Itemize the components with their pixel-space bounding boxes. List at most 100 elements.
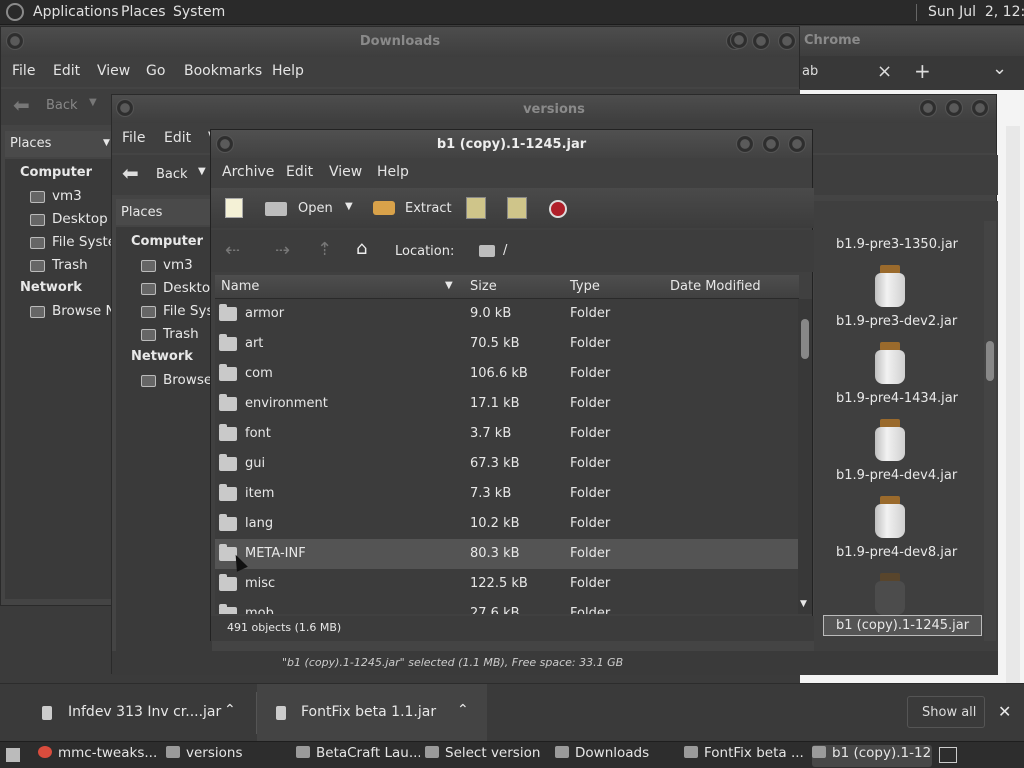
chrome-titlebar[interactable]: Chrome bbox=[730, 26, 1024, 56]
menu-go[interactable]: Go bbox=[146, 63, 165, 79]
open-dropdown-icon[interactable]: ▼ bbox=[345, 201, 353, 212]
menu-view[interactable]: View bbox=[329, 164, 362, 180]
close-button[interactable] bbox=[778, 32, 796, 50]
file-label[interactable]: b1.9-pre4-1434.jar bbox=[836, 391, 958, 406]
show-desktop-icon[interactable] bbox=[6, 748, 20, 762]
versions-titlebar[interactable]: versions bbox=[112, 95, 996, 123]
versions-icon-view[interactable]: b1.9-pre3-1350.jar b1.9-pre3-dev2.jar b1… bbox=[814, 201, 998, 651]
menu-view[interactable]: View bbox=[97, 63, 130, 79]
up-arrow-icon[interactable]: ⇡ bbox=[317, 239, 332, 260]
open-archive-icon[interactable] bbox=[265, 202, 287, 216]
menu-file[interactable]: File bbox=[122, 130, 145, 146]
location-field[interactable]: / bbox=[471, 238, 801, 264]
task-archive[interactable]: b1 (copy).1-12... bbox=[812, 745, 932, 767]
task-betacraft[interactable]: BetaCraft Lau... bbox=[296, 745, 420, 767]
chrome-scrollbar[interactable] bbox=[1006, 126, 1020, 686]
column-type[interactable]: Type bbox=[570, 279, 600, 294]
file-list-scrollbar[interactable]: ▼ bbox=[798, 299, 812, 614]
back-dropdown-icon[interactable]: ▼ bbox=[198, 166, 206, 177]
back-button[interactable]: Back bbox=[46, 98, 78, 113]
chrome-new-tab-icon[interactable]: + bbox=[914, 59, 931, 83]
table-row[interactable]: item 7.3 kB Folder bbox=[215, 479, 799, 509]
file-label[interactable]: b1.9-pre3-dev2.jar bbox=[836, 314, 957, 329]
column-date-modified[interactable]: Date Modified bbox=[670, 279, 761, 294]
task-fontfix[interactable]: FontFix beta ... bbox=[684, 745, 808, 767]
workspace-switcher-icon[interactable] bbox=[939, 747, 957, 763]
task-chrome[interactable]: mmc-tweaks... bbox=[38, 745, 160, 767]
scrollbar-thumb[interactable] bbox=[801, 319, 809, 359]
new-archive-icon[interactable] bbox=[225, 198, 243, 218]
scrollbar-thumb[interactable] bbox=[986, 341, 994, 381]
column-name[interactable]: Name bbox=[221, 279, 259, 294]
menu-edit[interactable]: Edit bbox=[164, 130, 191, 146]
menu-bookmarks[interactable]: Bookmarks bbox=[184, 63, 262, 79]
add-folder-icon[interactable] bbox=[507, 197, 527, 219]
jar-icon[interactable] bbox=[874, 573, 906, 615]
file-label[interactable]: b1.9-pre4-dev8.jar bbox=[836, 545, 957, 560]
chevron-up-icon[interactable]: ⌃ bbox=[224, 702, 236, 718]
column-size[interactable]: Size bbox=[470, 279, 497, 294]
show-all-button[interactable]: Show all bbox=[907, 696, 985, 728]
jar-icon[interactable] bbox=[874, 419, 906, 461]
sidebar-item-trash[interactable]: Trash bbox=[52, 257, 88, 273]
places-menu[interactable]: Places bbox=[121, 4, 166, 20]
home-icon[interactable]: ⌂ bbox=[356, 238, 367, 259]
table-row[interactable]: armor 9.0 kB Folder bbox=[215, 299, 799, 329]
file-label[interactable]: b1.9-pre4-dev4.jar bbox=[836, 468, 957, 483]
stop-icon[interactable] bbox=[549, 200, 567, 218]
icon-view-scrollbar[interactable] bbox=[984, 221, 996, 641]
table-row[interactable]: com 106.6 kB Folder bbox=[215, 359, 799, 389]
chrome-tab-close-icon[interactable]: × bbox=[877, 61, 892, 82]
maximize-button[interactable] bbox=[762, 135, 780, 153]
open-button[interactable]: Open bbox=[298, 201, 333, 216]
add-files-icon[interactable] bbox=[466, 197, 486, 219]
table-row[interactable]: environment 17.1 kB Folder bbox=[215, 389, 799, 419]
back-arrow-icon[interactable]: ⇠ bbox=[225, 240, 240, 261]
table-row[interactable]: lang 10.2 kB Folder bbox=[215, 509, 799, 539]
back-arrow-icon[interactable]: ⬅ bbox=[122, 161, 139, 185]
extract-button[interactable]: Extract bbox=[405, 201, 452, 216]
jar-icon[interactable] bbox=[874, 342, 906, 384]
minimize-button[interactable] bbox=[736, 135, 754, 153]
back-arrow-icon[interactable]: ⬅ bbox=[13, 93, 30, 117]
system-menu[interactable]: System bbox=[173, 4, 225, 20]
file-list[interactable]: armor 9.0 kB Folder art 70.5 kB Folder com 106.… bbox=[215, 299, 799, 614]
applications-menu[interactable]: Applications bbox=[33, 4, 119, 20]
table-row[interactable]: gui 67.3 kB Folder bbox=[215, 449, 799, 479]
clock[interactable]: Sun Jul 2, 12:23 bbox=[928, 4, 1024, 20]
table-row[interactable]: META-INF 80.3 kB Folder bbox=[215, 539, 799, 569]
extract-icon[interactable] bbox=[373, 201, 395, 215]
archive-titlebar[interactable]: b1 (copy).1-1245.jar bbox=[211, 130, 812, 158]
maximize-button[interactable] bbox=[752, 32, 770, 50]
close-download-bar-icon[interactable]: ✕ bbox=[998, 702, 1011, 721]
file-label[interactable]: b1.9-pre3-1350.jar bbox=[836, 237, 958, 252]
selected-file-label[interactable]: b1 (copy).1-1245.jar bbox=[823, 615, 983, 636]
places-combo[interactable]: Places ▼ bbox=[5, 131, 115, 157]
distro-logo-icon[interactable] bbox=[6, 3, 24, 21]
task-downloads[interactable]: Downloads bbox=[555, 745, 679, 767]
jar-icon[interactable] bbox=[874, 496, 906, 538]
menu-help[interactable]: Help bbox=[272, 63, 304, 79]
scroll-down-arrow-icon[interactable]: ▼ bbox=[800, 599, 807, 609]
downloads-titlebar[interactable]: Downloads bbox=[1, 27, 799, 57]
back-button[interactable]: Back bbox=[156, 167, 188, 182]
task-versions[interactable]: versions bbox=[166, 745, 288, 767]
close-button[interactable] bbox=[971, 99, 989, 117]
table-row[interactable]: misc 122.5 kB Folder bbox=[215, 569, 799, 599]
chrome-tab-menu-icon[interactable]: ⌄ bbox=[992, 58, 1007, 79]
maximize-button[interactable] bbox=[945, 99, 963, 117]
sidebar-item-vm3[interactable]: vm3 bbox=[163, 257, 193, 273]
versions-places-combo[interactable]: Places bbox=[116, 199, 212, 225]
menu-edit[interactable]: Edit bbox=[286, 164, 313, 180]
back-dropdown-icon[interactable]: ▼ bbox=[89, 97, 97, 108]
close-button[interactable] bbox=[788, 135, 806, 153]
menu-edit[interactable]: Edit bbox=[53, 63, 80, 79]
download-item[interactable]: FontFix beta 1.1.jar ⌃ bbox=[257, 684, 487, 742]
chevron-up-icon[interactable]: ⌃ bbox=[457, 702, 469, 718]
menu-file[interactable]: File bbox=[12, 63, 35, 79]
download-item[interactable]: Infdev 313 Inv cr....jar ⌃ bbox=[22, 692, 248, 734]
menu-archive[interactable]: Archive bbox=[222, 164, 274, 180]
chrome-minimize-button[interactable] bbox=[730, 31, 748, 49]
forward-arrow-icon[interactable]: ⇢ bbox=[275, 240, 290, 261]
chrome-tab-label[interactable]: ab bbox=[802, 64, 818, 79]
